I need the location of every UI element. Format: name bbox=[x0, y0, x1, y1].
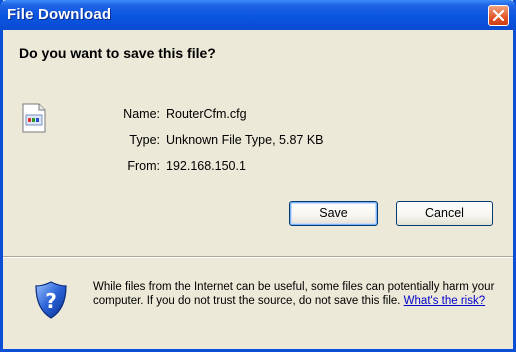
close-button[interactable] bbox=[488, 5, 509, 26]
file-from-label: From: bbox=[127, 159, 160, 173]
close-icon bbox=[493, 10, 504, 21]
separator bbox=[3, 256, 513, 258]
whats-the-risk-link[interactable]: What's the risk? bbox=[404, 295, 485, 307]
warning-message: While files from the Internet can be use… bbox=[93, 280, 503, 308]
window-title: File Download bbox=[7, 6, 112, 23]
file-name-label: Name: bbox=[123, 107, 160, 121]
file-download-dialog: File Download Do you want to save this f… bbox=[0, 0, 516, 352]
shield-icon: ? bbox=[35, 281, 67, 319]
dialog-question: Do you want to save this file? bbox=[19, 45, 216, 61]
cancel-button[interactable]: Cancel bbox=[396, 201, 493, 226]
svg-text:?: ? bbox=[45, 289, 57, 313]
title-bar[interactable]: File Download bbox=[0, 0, 516, 30]
file-icon bbox=[22, 103, 46, 133]
save-button[interactable]: Save bbox=[289, 201, 378, 226]
file-type-value: Unknown File Type, 5.87 KB bbox=[166, 133, 324, 147]
file-from-value: 192.168.150.1 bbox=[166, 159, 246, 173]
file-name-value: RouterCfm.cfg bbox=[166, 107, 247, 121]
file-type-label: Type: bbox=[129, 133, 160, 147]
